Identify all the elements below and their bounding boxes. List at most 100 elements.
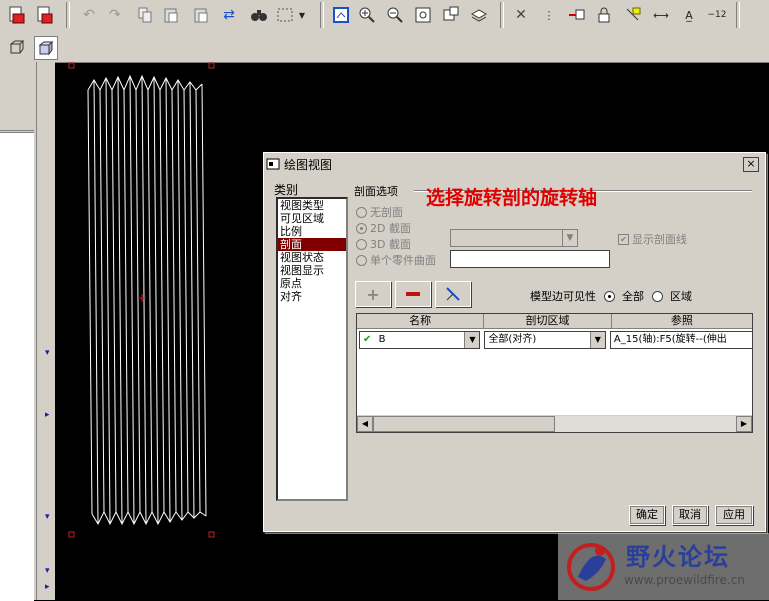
scroll-thumb[interactable]: [373, 416, 555, 432]
selection-handle: [68, 62, 75, 69]
category-item-view-state[interactable]: 视图状态: [278, 251, 346, 264]
column-header-name[interactable]: 名称: [357, 314, 485, 328]
close-x-icon[interactable]: ✕: [510, 4, 532, 26]
select-box-icon[interactable]: [274, 4, 296, 26]
tree-icon[interactable]: ⋮: [538, 4, 560, 26]
shaded-icon[interactable]: [34, 36, 58, 60]
category-list[interactable]: 视图类型 可见区域 比例 剖面 视图状态 视图显示 原点 对齐: [276, 197, 348, 501]
zoom-out-icon[interactable]: [384, 4, 406, 26]
secondary-toolbar: [0, 32, 769, 63]
text-icon[interactable]: A̲: [678, 4, 700, 26]
close-icon[interactable]: ×: [743, 157, 759, 172]
section-options-title: 剖面选项: [354, 185, 398, 198]
zoom-in-icon[interactable]: [356, 4, 378, 26]
regen-icon[interactable]: ⇄: [218, 4, 240, 26]
dialog-title: 绘图视图: [284, 157, 333, 172]
column-header-area[interactable]: 剖切区域: [484, 314, 612, 328]
scroll-left-icon[interactable]: ◀: [357, 416, 373, 432]
horizontal-scrollbar[interactable]: ◀ ▶: [357, 415, 752, 432]
checkbox-box: ✔: [618, 233, 629, 245]
number-icon[interactable]: −12: [706, 4, 728, 26]
table-header: 名称 剖切区域 参照: [357, 314, 752, 329]
table-row[interactable]: ✔ B ▼ 全部(对齐) ▼ A_15(轴):F5(旋转--(伸出: [357, 331, 752, 349]
radio-dot: [356, 206, 367, 218]
layer-icon[interactable]: [468, 4, 490, 26]
radio-dot: [356, 222, 367, 234]
radio-2d-section[interactable]: 2D 截面: [356, 220, 411, 236]
chevron-down-icon[interactable]: ▾: [45, 512, 50, 522]
radio-3d-section[interactable]: 3D 截面: [356, 236, 411, 252]
add-section-button[interactable]: +: [355, 281, 391, 307]
refit-icon[interactable]: [412, 4, 434, 26]
check-icon: ✔: [363, 334, 372, 345]
flag-icon[interactable]: [622, 4, 644, 26]
area-cell[interactable]: 全部(对齐) ▼: [484, 331, 606, 349]
section-3d-select[interactable]: ▼: [450, 229, 578, 247]
toolbar-separator: [320, 2, 324, 28]
redo-icon[interactable]: ↷: [104, 4, 126, 26]
lock-icon[interactable]: [594, 4, 616, 26]
reference-cell[interactable]: A_15(轴):F5(旋转--(伸出: [609, 331, 752, 349]
chevron-down-icon[interactable]: ▾: [45, 348, 50, 358]
dropdown-icon[interactable]: ▼: [296, 4, 308, 26]
category-label: 类别: [274, 183, 299, 197]
category-item-origin[interactable]: 原点: [278, 277, 346, 290]
toolbar-separator: [66, 2, 70, 28]
watermark-url: www.proewildfire.cn: [624, 573, 745, 587]
column-header-reference[interactable]: 参照: [612, 314, 752, 328]
category-item-section[interactable]: 剖面: [278, 238, 346, 251]
cancel-button[interactable]: 取消: [672, 505, 708, 525]
scroll-right-icon[interactable]: ▶: [736, 416, 752, 432]
chevron-down-icon[interactable]: ▾: [45, 566, 50, 576]
category-item-view-type[interactable]: 视图类型: [278, 199, 346, 212]
part-surface-input[interactable]: [450, 250, 610, 268]
apply-button[interactable]: 应用: [715, 505, 753, 525]
pdf-save-icon[interactable]: [34, 4, 56, 26]
category-item-view-display[interactable]: 视图显示: [278, 264, 346, 277]
selection-handle: [208, 62, 215, 69]
tree-header: [0, 114, 34, 131]
model-edge-visibility: 模型边可见性 全部 区域: [530, 290, 692, 303]
radio-dot: [356, 238, 367, 250]
chevron-right-icon[interactable]: ▸: [45, 410, 50, 420]
dimension-icon[interactable]: ⟷: [650, 4, 672, 26]
show-hatch-checkbox[interactable]: ✔ 显示剖面线: [618, 231, 687, 247]
flip-icon: [446, 287, 460, 301]
chevron-down-icon[interactable]: ▼: [464, 332, 480, 348]
paste-icon[interactable]: [160, 4, 182, 26]
view-icon[interactable]: [440, 4, 462, 26]
category-item-scale[interactable]: 比例: [278, 225, 346, 238]
undo-icon[interactable]: ↶: [78, 4, 100, 26]
watermark: 野火论坛 www.proewildfire.cn: [558, 533, 769, 600]
chevron-right-icon[interactable]: ▸: [45, 582, 50, 592]
model-tree-panel: [0, 62, 36, 601]
flip-section-button[interactable]: [435, 281, 471, 307]
radio-area[interactable]: [652, 290, 663, 302]
chevron-down-icon[interactable]: ▼: [589, 332, 605, 348]
wireframe-icon[interactable]: [6, 36, 28, 58]
paste-special-icon[interactable]: [190, 4, 212, 26]
shaft-wireframe: [87, 74, 207, 526]
name-cell[interactable]: ✔ B ▼: [359, 331, 481, 349]
radio-all[interactable]: [604, 290, 615, 302]
category-item-alignment[interactable]: 对齐: [278, 290, 346, 303]
drawing-view-dialog: 绘图视图 × 类别 视图类型 可见区域 比例 剖面 视图状态 视图显示 原点 对…: [263, 152, 766, 532]
move-icon[interactable]: [566, 4, 588, 26]
watermark-logo: [567, 543, 615, 591]
remove-section-button[interactable]: [395, 281, 431, 307]
pdf-icon[interactable]: [6, 4, 28, 26]
sheet-icon[interactable]: [330, 4, 352, 26]
selection-handle: [208, 531, 215, 538]
find-icon[interactable]: [248, 4, 270, 26]
selection-handle: [68, 531, 75, 538]
tree-list[interactable]: [0, 132, 34, 601]
ok-button[interactable]: 确定: [629, 505, 665, 525]
radio-single-part-surface[interactable]: 单个零件曲面: [356, 252, 436, 268]
copy-icon[interactable]: [134, 4, 156, 26]
radio-no-section[interactable]: 无剖面: [356, 204, 403, 220]
dialog-titlebar[interactable]: 绘图视图 ×: [266, 155, 763, 173]
annotation-text: 选择旋转剖的旋转轴: [426, 187, 598, 209]
minus-icon: [406, 292, 420, 296]
chevron-down-icon[interactable]: ▼: [562, 230, 577, 246]
category-item-visible-area[interactable]: 可见区域: [278, 212, 346, 225]
